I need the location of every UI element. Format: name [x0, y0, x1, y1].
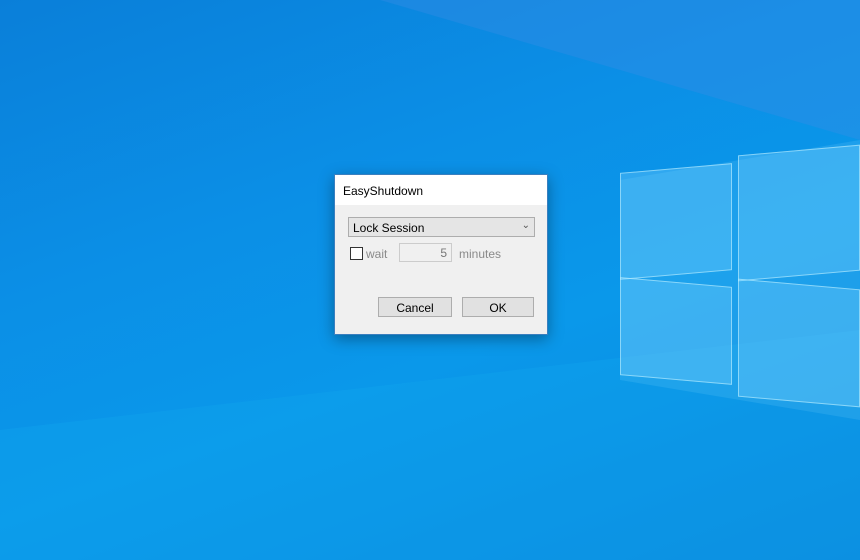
minutes-label: minutes	[459, 247, 502, 261]
ok-button[interactable]: OK	[462, 297, 534, 317]
windows-logo-pane	[620, 277, 732, 385]
easyshutdown-dialog: EasyShutdown Lock Session ⌄ wait 5 minut…	[334, 174, 548, 335]
windows-logo-pane	[620, 163, 732, 280]
action-select-value: Lock Session	[353, 221, 425, 235]
dialog-title: EasyShutdown	[335, 175, 547, 205]
chevron-down-icon: ⌄	[521, 220, 530, 231]
wait-label: wait	[366, 247, 388, 261]
minutes-input[interactable]: 5	[399, 243, 452, 262]
windows-logo-pane	[738, 144, 860, 282]
wait-checkbox[interactable]	[350, 247, 363, 260]
cancel-button[interactable]: Cancel	[378, 297, 452, 317]
windows-logo-pane	[738, 278, 860, 408]
action-select[interactable]: Lock Session ⌄	[348, 217, 535, 237]
